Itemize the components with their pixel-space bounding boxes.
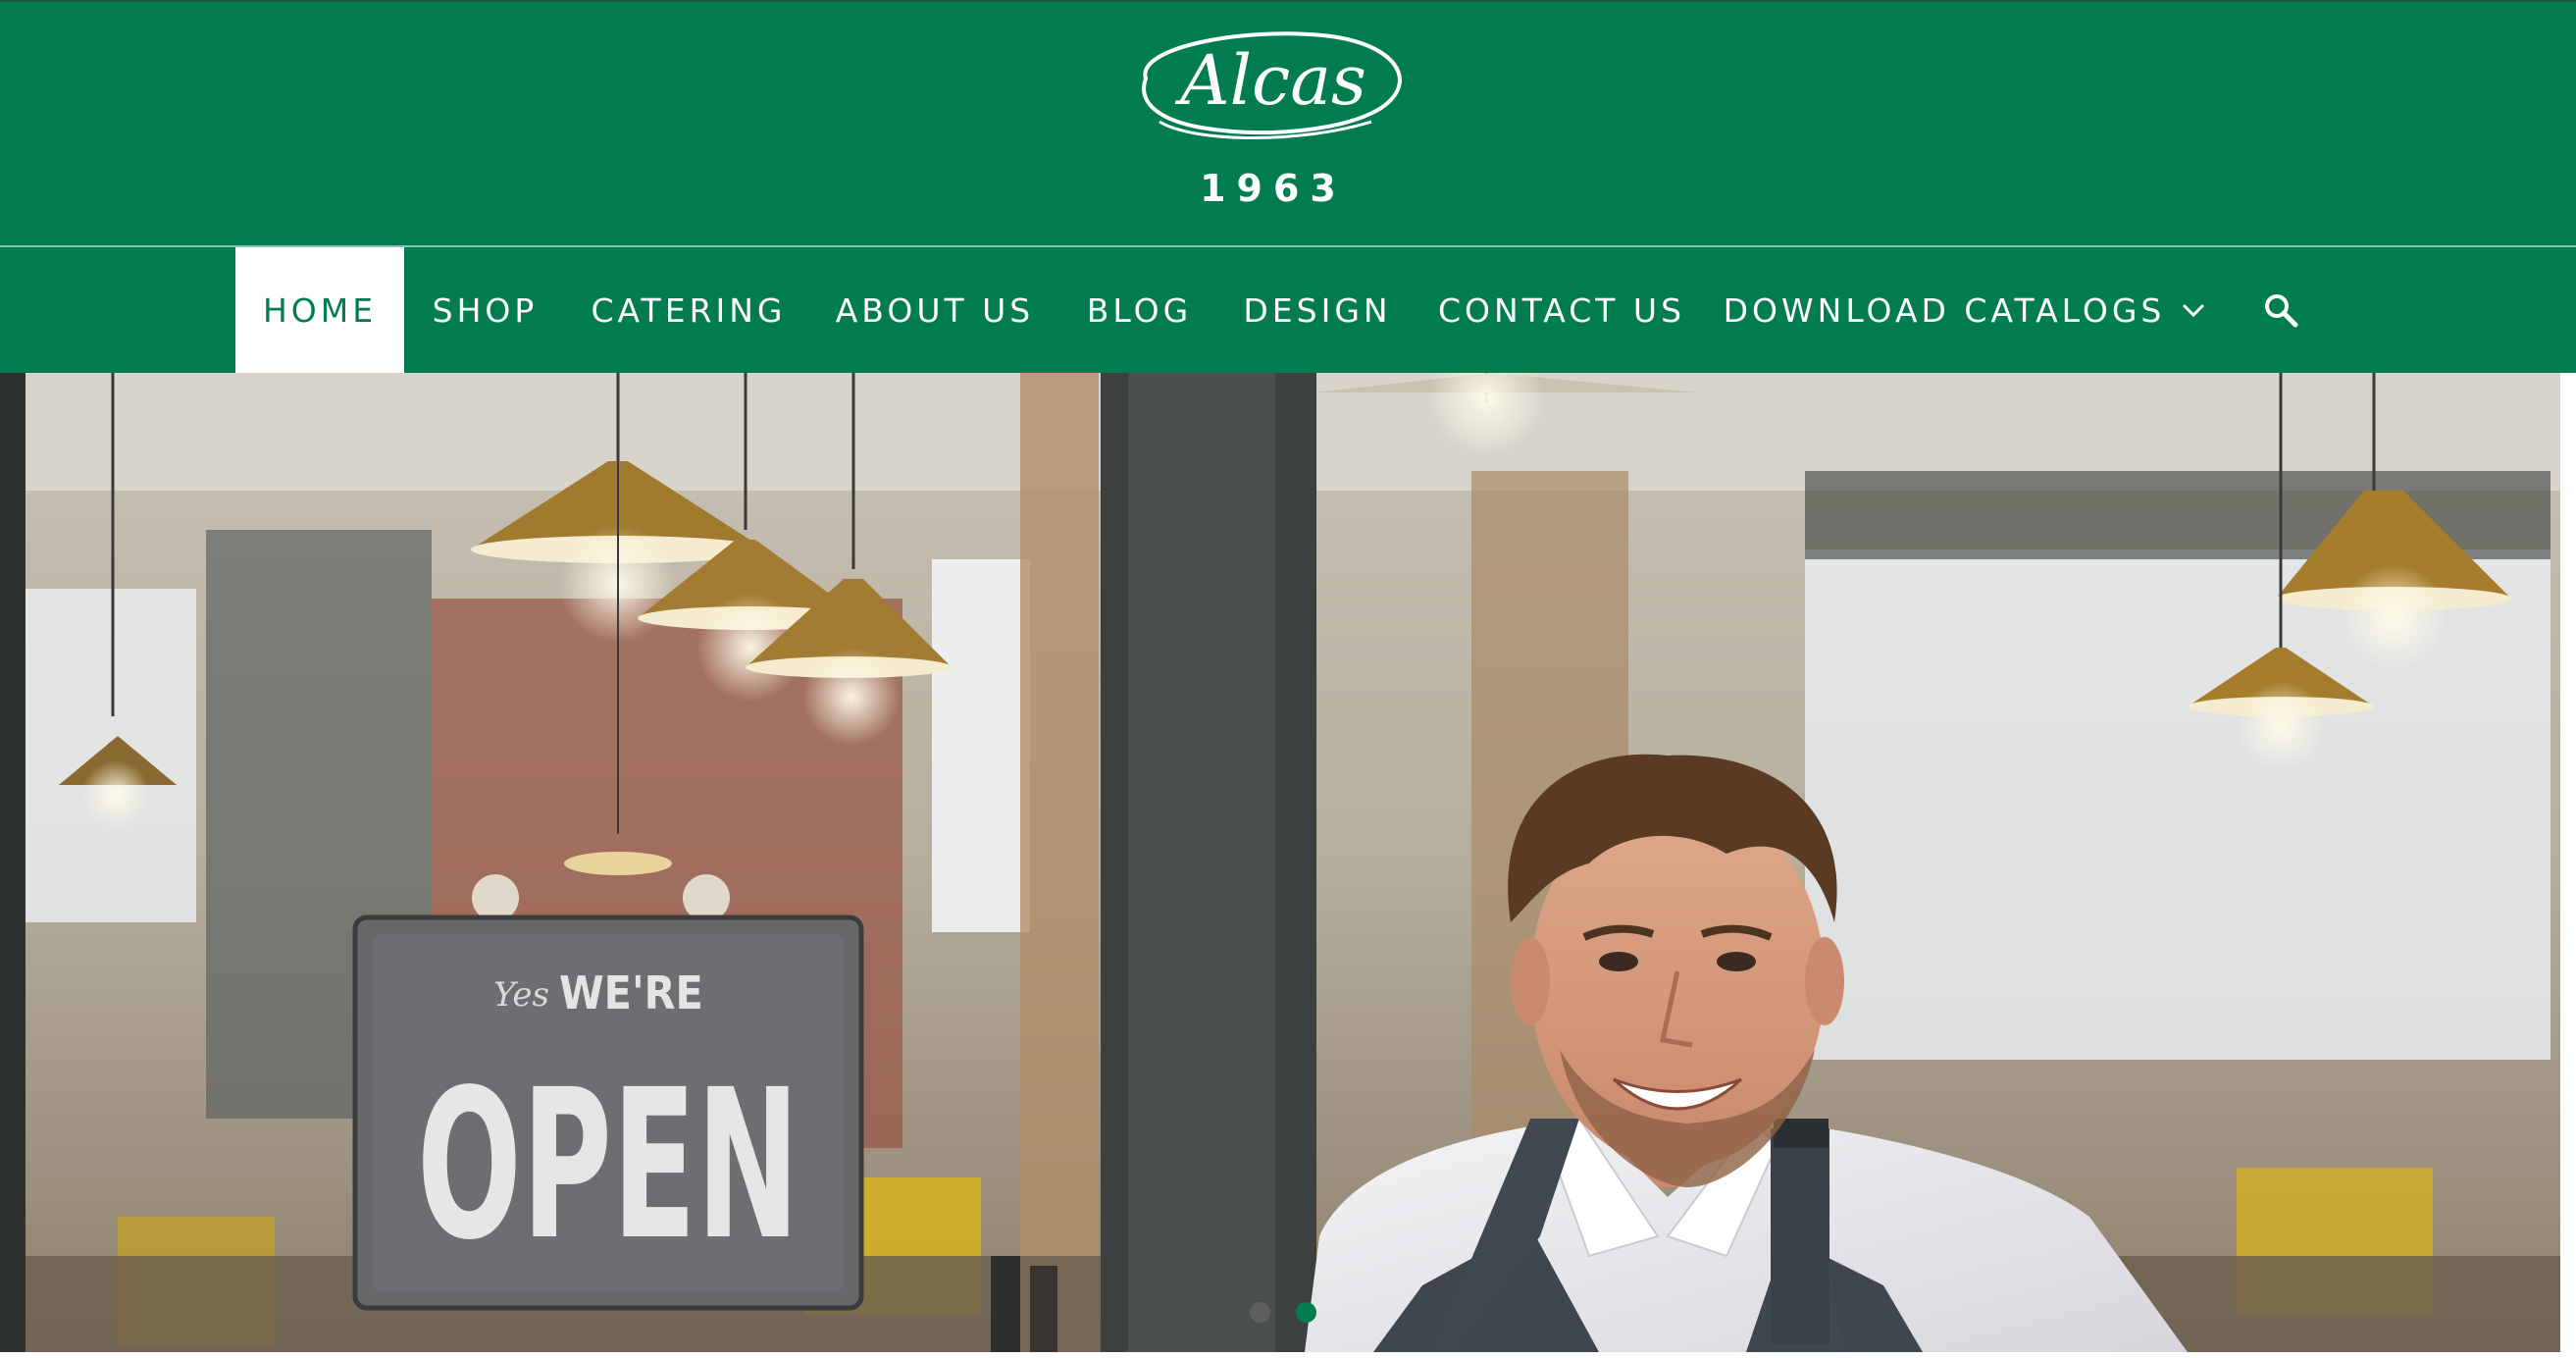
nav-item-contact-us[interactable]: CONTACT US: [1415, 247, 1709, 373]
alcas-logo: Alcas: [1142, 31, 1402, 139]
logo-text: Alcas: [1174, 40, 1366, 121]
nav-item-shop[interactable]: SHOP: [404, 247, 566, 373]
open-sign: Yes WE'RE OPEN: [352, 914, 864, 1311]
chevron-down-icon: [2181, 301, 2206, 319]
site-header: Alcas 1963: [0, 0, 2576, 245]
slider-dot-1[interactable]: [1250, 1302, 1270, 1323]
slider-dots: [1250, 1302, 1316, 1326]
hero-image: Yes WE'RE OPEN: [0, 373, 2560, 1352]
search-icon: [2263, 292, 2298, 328]
nav-item-catering[interactable]: CATERING: [566, 247, 811, 373]
sign-small-text: Yes: [493, 975, 549, 1015]
nav-item-blog[interactable]: BLOG: [1058, 247, 1220, 373]
nav-item-label: BLOG: [1086, 290, 1193, 330]
search-button[interactable]: [2256, 247, 2305, 373]
nav-item-download-catalogs[interactable]: DOWNLOAD CATALOGS: [1709, 247, 2221, 373]
nav-item-label: SHOP: [432, 290, 539, 330]
nav-item-label: ABOUT US: [835, 290, 1035, 330]
slider-dot-2[interactable]: [1296, 1302, 1316, 1323]
nav-item-label: CONTACT US: [1437, 290, 1686, 330]
nav-item-label: DOWNLOAD CATALOGS: [1723, 290, 2166, 330]
logo-year: 1963: [1200, 167, 1347, 210]
logo-link[interactable]: Alcas: [1126, 27, 1416, 145]
sign-big-text: OPEN: [417, 1045, 799, 1285]
nav-item-label: CATERING: [591, 290, 787, 330]
page: Alcas 1963 HOME SHOP CATERING ABOUT US B…: [0, 0, 2576, 1358]
nav-item-label: HOME: [262, 290, 378, 330]
nav-item-about-us[interactable]: ABOUT US: [811, 247, 1058, 373]
hero-slider: Yes WE'RE OPEN: [0, 373, 2560, 1352]
main-nav: HOME SHOP CATERING ABOUT US BLOG DESIGN …: [0, 245, 2576, 373]
nav-item-label: DESIGN: [1243, 290, 1392, 330]
sign-mid-text: WE'RE: [559, 966, 703, 1019]
nav-item-home[interactable]: HOME: [235, 247, 404, 373]
nav-item-design[interactable]: DESIGN: [1220, 247, 1415, 373]
